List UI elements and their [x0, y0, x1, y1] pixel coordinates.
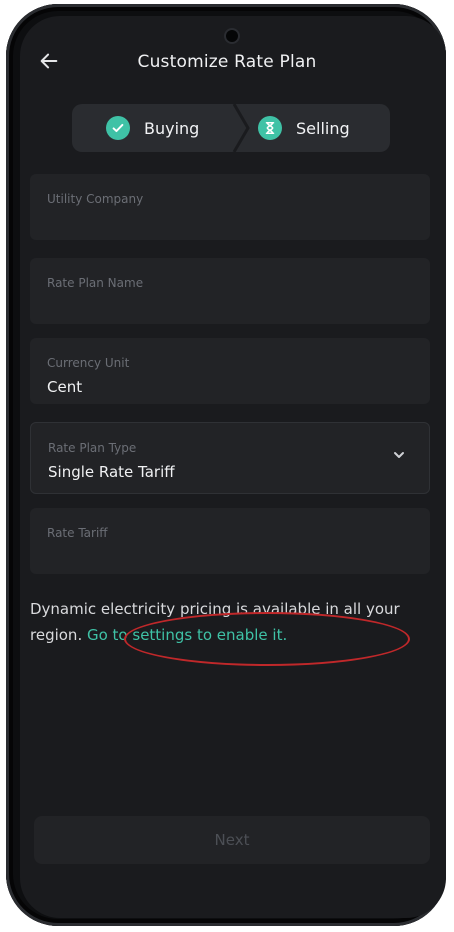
next-button[interactable]: Next — [34, 816, 430, 864]
rate-tariff-field[interactable]: Rate Tariff — [30, 508, 430, 574]
rate-plan-type-label: Rate Plan Type — [48, 441, 137, 455]
front-camera — [226, 30, 238, 42]
hourglass-icon — [258, 116, 282, 140]
step-buying[interactable]: Buying — [106, 104, 199, 152]
currency-unit-value: Cent — [47, 378, 83, 396]
rate-plan-name-field[interactable]: Rate Plan Name — [30, 258, 430, 324]
step-buying-label: Buying — [144, 118, 200, 138]
step-selling[interactable]: Selling — [258, 104, 350, 152]
utility-company-field[interactable]: Utility Company — [30, 174, 430, 240]
check-icon — [106, 116, 130, 140]
rate-plan-type-value: Single Rate Tariff — [48, 463, 175, 481]
utility-company-label: Utility Company — [47, 192, 144, 206]
currency-unit-field[interactable]: Currency Unit Cent — [30, 338, 430, 404]
buying-selling-stepper: Buying Selling — [72, 104, 390, 152]
rate-tariff-label: Rate Tariff — [47, 526, 108, 540]
rate-plan-name-label: Rate Plan Name — [47, 276, 144, 290]
chevron-down-icon[interactable] — [391, 447, 407, 463]
step-divider — [232, 104, 250, 152]
rate-plan-type-select[interactable]: Rate Plan Type Single Rate Tariff — [30, 422, 430, 494]
currency-unit-label: Currency Unit — [47, 356, 130, 370]
step-selling-label: Selling — [296, 118, 350, 138]
annotation-circle — [124, 612, 410, 666]
page-title: Customize Rate Plan — [137, 52, 317, 72]
